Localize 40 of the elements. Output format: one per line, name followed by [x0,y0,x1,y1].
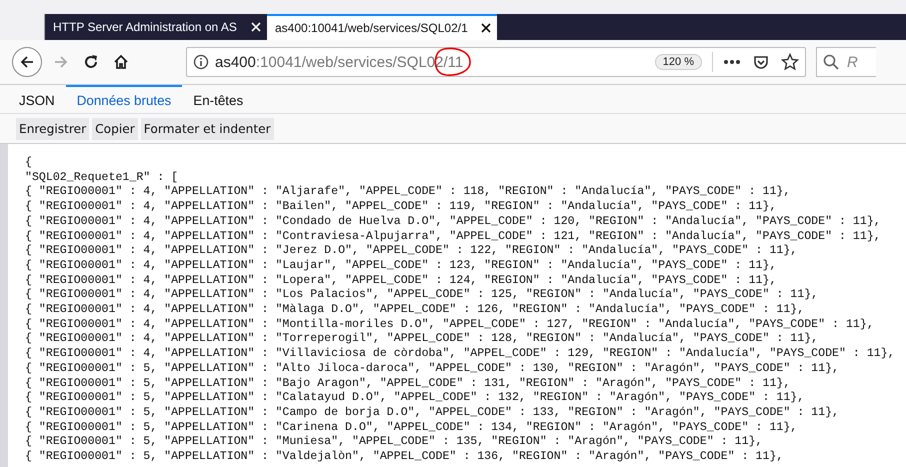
home-icon[interactable] [113,54,129,70]
pocket-icon[interactable] [753,54,769,70]
more-icon[interactable] [723,59,741,65]
json-line: { "REGIO00001" : 5, "APPELLATION" : "Valdejalòn", "APPEL_CODE" : 136, "REGION" : "Aragón", "PAYS_CODE" : 11}, [25,450,784,465]
browser-tab[interactable]: HTTP Server Administration on AS [45,14,267,40]
search-field[interactable]: R [816,47,876,77]
viewer-tab[interactable]: En-têtes [182,85,254,113]
toolbar-button[interactable]: Copier [92,118,138,140]
json-line: { "REGIO00001" : 5, "APPELLATION" : "Muniesa", "APPEL_CODE" : 135, "REGION" : "Aragón", "PAYS_CODE" : 11}, [25,435,764,450]
browser-tab[interactable]: as400:10041/web/services/SQL02/1 [267,14,497,40]
json-line: { "REGIO00001" : 4, "APPELLATION" : "Villaviciosa de còrdoba", "APPEL_CODE" : 129, "REGION" : "Andalucía", "PAYS_CODE" : 11}, [25,347,896,362]
json-line: { "REGIO00001" : 4, "APPELLATION" : "Aljarafe", "APPEL_CODE" : 118, "REGION" : "Andalucía", "PAYS_CODE" : 11}, [25,185,792,200]
info-icon[interactable] [193,54,209,70]
json-line: { "REGIO00001" : 4, "APPELLATION" : "Montilla-moriles D.O", "APPEL_CODE" : 127, "REGION" : "Andalucía", "PAYS_CODE" : 11}, [25,318,875,332]
json-line: { "REGIO00001" : 5, "APPELLATION" : "Calatayud D.O", "APPEL_CODE" : 132, "REGION" : "Aragón", "PAYS_CODE" : 11}, [25,391,806,406]
json-line: { "REGIO00001" : 4, "APPELLATION" : "Laujar", "APPEL_CODE" : 123, "REGION" : "Andalucía", "PAYS_CODE" : 11}, [25,258,778,274]
json-line: { "REGIO00001" : 5, "APPELLATION" : "Bajo Aragon", "APPEL_CODE" : 131, "REGION" : "Aragón", "PAYS_CODE" : 11}, [25,376,792,392]
json-line: { "REGIO00001" : 5, "APPELLATION" : "Carinena D.O", "APPEL_CODE" : 134, "REGION" : "Aragón", "PAYS_CODE" : 11}, [25,420,798,436]
json-line: { "REGIO00001" : 4, "APPELLATION" : "Los Palacios", "APPEL_CODE" : 125, "REGION" : "Andalucía", "PAYS_CODE" : 11}, [25,288,820,304]
back-button[interactable] [12,47,42,77]
json-line: { "REGIO00001" : 4, "APPELLATION" : "Lopera", "APPEL_CODE" : 124, "REGION" : "Andalucía", "PAYS_CODE" : 11}, [25,274,778,288]
viewer-tab[interactable]: JSON [8,85,66,113]
close-icon[interactable] [481,23,491,33]
toolbar-button[interactable]: Formater et indenter [140,118,274,140]
json-line: { "REGIO00001" : 5, "APPELLATION" : "Campo de borja D.O", "APPEL_CODE" : 133, "REGION" : "Aragón", "PAYS_CODE" : 11}, [25,406,840,421]
json-line: { "REGIO00001" : 4, "APPELLATION" : "Torreperogil", "APPEL_CODE" : 128, "REGION" : "Andalucía", "PAYS_CODE" : 11}, [25,332,820,348]
reload-icon[interactable] [83,54,99,70]
json-line: { "REGIO00001" : 4, "APPELLATION" : "Bailen", "APPEL_CODE" : 119, "REGION" : "Andalucía", "PAYS_CODE" : 11}, [25,200,778,215]
search-icon [823,54,839,70]
json-line: "SQL02_Requete1_R" : [ [25,170,180,186]
json-line: { "REGIO00001" : 4, "APPELLATION" : "Jerez D.O", "APPEL_CODE" : 122, "REGION" : "Andalucía", "PAYS_CODE" : 11}, [25,244,798,259]
json-line: { "REGIO00001" : 4, "APPELLATION" : "Condado de Huelva D.O", "APPEL_CODE" : 120, "REGION" : "Andalucía", "PAYS_CODE" : 11}, [25,214,882,230]
json-line: { [25,156,33,171]
left-arrow-icon [19,54,35,70]
json-line: { "REGIO00001" : 4, "APPELLATION" : "Màlaga D.O", "APPEL_CODE" : 126, "REGION" : "Andalucía", "PAYS_CODE" : 11}, [25,303,806,318]
json-line: { "REGIO00001" : 5, "APPELLATION" : "Alto Jiloca-daroca", "APPEL_CODE" : 130, "REGION" : "Aragón", "PAYS_CODE" : 11}, [25,362,840,377]
zoom-level[interactable]: 120 % [654,54,702,70]
toolbar-button[interactable]: Enregistrer [16,118,90,140]
json-line: { "REGIO00001" : 4, "APPELLATION" : "Contraviesa-Alpujarra", "APPEL_CODE" : 121, "REGION" : "Andalucía", "PAYS_CODE" : 11}, [25,230,882,244]
star-icon[interactable] [781,53,799,71]
